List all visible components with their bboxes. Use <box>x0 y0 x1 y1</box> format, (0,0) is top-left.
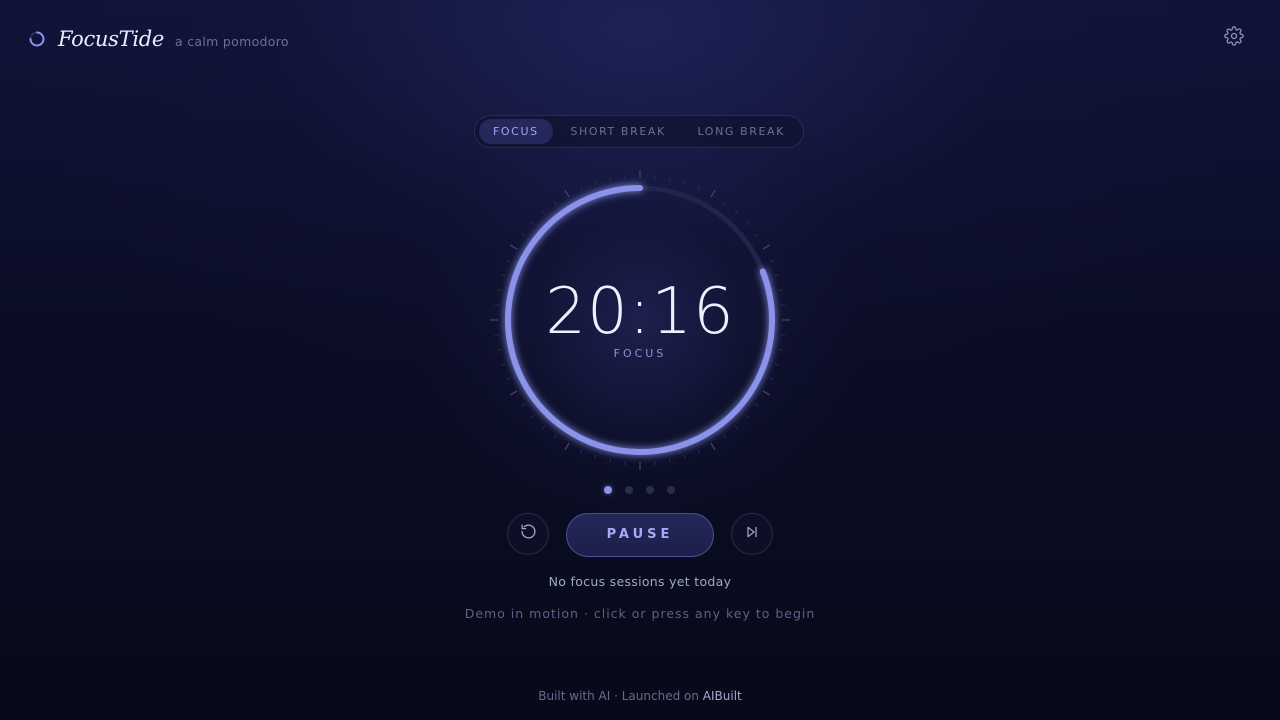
session-dot <box>604 486 612 494</box>
dial-tick <box>734 425 739 429</box>
tab-long-break[interactable]: LONG BREAK <box>683 119 799 144</box>
dial-tick <box>762 244 771 250</box>
dial-tick <box>710 189 716 198</box>
dial-tick <box>509 390 518 396</box>
skip-button[interactable] <box>731 513 773 555</box>
dial-tick <box>594 454 597 460</box>
dial-tick <box>669 177 671 182</box>
settings-button[interactable] <box>1222 25 1246 51</box>
ring-logo-icon <box>28 30 46 48</box>
skip-icon <box>744 524 760 545</box>
dial-tick <box>580 186 583 191</box>
dial-tick <box>541 425 546 429</box>
dial-tick <box>769 377 774 380</box>
dial-tick <box>754 403 759 407</box>
footer-link[interactable]: AIBuilt <box>703 689 742 703</box>
dial-tick <box>580 449 583 454</box>
dial-tick <box>723 201 727 206</box>
timer-mode-label: FOCUS <box>613 347 667 360</box>
reset-icon <box>520 523 537 545</box>
session-dot <box>646 486 654 494</box>
footer: Built with AI · Launched on AIBuilt <box>390 689 890 703</box>
dial-tick <box>594 180 597 186</box>
tab-short-break[interactable]: SHORT BREAK <box>556 119 679 144</box>
dial-tick <box>509 244 518 250</box>
pause-button[interactable]: PAUSE <box>566 513 714 557</box>
app-name: FocusTide <box>58 27 165 51</box>
dial-tick <box>531 221 535 226</box>
dial-tick <box>697 449 700 454</box>
session-dots <box>604 486 684 496</box>
dial-tick <box>697 186 700 191</box>
dial-tick <box>564 442 570 451</box>
dial-tick <box>754 233 759 237</box>
dial-tick <box>683 180 686 186</box>
dial-tick <box>531 414 535 419</box>
session-dot <box>667 486 675 494</box>
dial-tick <box>541 211 546 215</box>
dial-tick <box>710 442 716 451</box>
app-tagline: a calm pomodoro <box>175 34 289 49</box>
dial-tick <box>745 221 749 226</box>
gear-icon <box>1224 25 1244 51</box>
dial-tick <box>769 260 774 263</box>
mode-tabs: FOCUS SHORT BREAK LONG BREAK <box>474 115 804 148</box>
session-status: No focus sessions yet today <box>548 574 732 589</box>
dial-tick <box>553 201 557 206</box>
brand: FocusTide a calm pomodoro <box>28 24 289 54</box>
dial-tick <box>762 390 771 396</box>
dial-tick <box>683 454 686 460</box>
dial-tick <box>723 434 727 439</box>
dial-tick <box>500 363 506 366</box>
demo-hint: Demo in motion · click or press any key … <box>464 606 816 621</box>
dial-tick <box>669 458 671 463</box>
dial-tick <box>745 414 749 419</box>
dial-tick <box>609 177 611 182</box>
dial-tick <box>609 458 611 463</box>
footer-text: Built with AI · Launched on <box>538 689 703 703</box>
session-dot <box>625 486 633 494</box>
dial-tick <box>774 363 780 366</box>
dial-tick <box>564 189 570 198</box>
reset-button[interactable] <box>507 513 549 555</box>
timer-display: 20:16 <box>545 275 735 349</box>
tab-focus[interactable]: FOCUS <box>479 119 553 144</box>
dial-tick <box>521 403 526 407</box>
dial-tick <box>734 211 739 215</box>
dial-tick <box>553 434 557 439</box>
dial-tick <box>521 233 526 237</box>
dial-tick <box>506 377 511 380</box>
dial-tick <box>506 260 511 263</box>
